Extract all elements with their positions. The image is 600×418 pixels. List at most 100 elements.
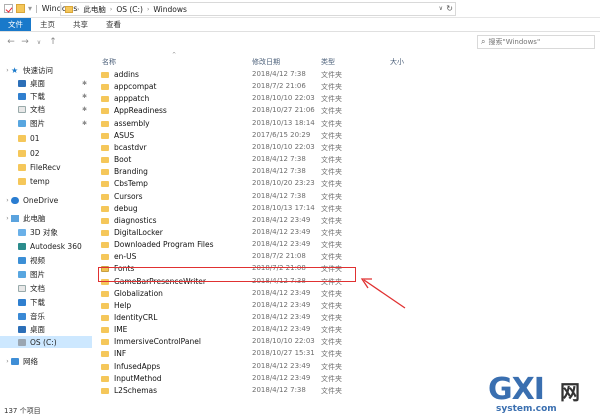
nav-item[interactable]: FileRecv: [0, 161, 92, 173]
forward-arrow-icon[interactable]: →: [18, 37, 32, 47]
refresh-icon[interactable]: ↻: [446, 4, 453, 13]
search-box[interactable]: ⌕: [477, 35, 595, 49]
nav-item[interactable]: OS (C:): [0, 336, 92, 348]
file-row[interactable]: apppatch 2018/10/10 22:03 文件夹: [92, 93, 600, 105]
column-name[interactable]: 名称: [102, 57, 116, 67]
file-date: 2018/10/20 23:23: [252, 179, 315, 188]
file-type: 文件夹: [321, 326, 342, 335]
nav-item-label: temp: [30, 176, 50, 186]
nav-item-label: 文档: [30, 283, 45, 293]
file-row[interactable]: debug 2018/10/13 17:14 文件夹: [92, 203, 600, 215]
tab-home[interactable]: 主页: [31, 18, 64, 31]
address-dropdown-icon[interactable]: ∨: [439, 5, 443, 12]
folder-icon: [101, 169, 109, 176]
file-row[interactable]: IdentityCRL 2018/4/12 23:49 文件夹: [92, 312, 600, 324]
back-arrow-icon[interactable]: ←: [4, 37, 18, 47]
breadcrumb-drive[interactable]: OS (C:): [116, 5, 143, 14]
nav-item[interactable]: Autodesk 360: [0, 240, 92, 252]
file-row[interactable]: Help 2018/4/12 23:49 文件夹: [92, 300, 600, 312]
breadcrumb-separator-icon[interactable]: ›: [77, 6, 79, 13]
expand-chevron-icon[interactable]: ›: [4, 358, 11, 365]
breadcrumb-separator-icon[interactable]: ›: [110, 6, 112, 13]
tab-view[interactable]: 查看: [97, 18, 130, 31]
pin-icon[interactable]: ✱: [82, 106, 87, 113]
file-name: ASUS: [114, 130, 135, 140]
pin-icon[interactable]: ✱: [82, 120, 87, 127]
nav-item[interactable]: 图片 ✱: [0, 117, 92, 129]
qa-dropdown-icon[interactable]: ▾: [28, 4, 32, 13]
column-header-row: ^ 名称 修改日期 类型 大小: [92, 52, 600, 69]
file-row[interactable]: appcompat 2018/7/2 21:06 文件夹: [92, 81, 600, 93]
column-date[interactable]: 修改日期: [252, 57, 280, 67]
tab-share[interactable]: 共享: [64, 18, 97, 31]
nav-item[interactable]: › 此电脑: [0, 212, 92, 224]
nav-item[interactable]: 01: [0, 132, 92, 144]
file-row[interactable]: assembly 2018/10/13 18:14 文件夹: [92, 118, 600, 130]
file-row[interactable]: Cursors 2018/4/12 7:38 文件夹: [92, 191, 600, 203]
up-arrow-icon[interactable]: ↑: [46, 37, 60, 47]
file-row[interactable]: Downloaded Program Files 2018/4/12 23:49 文…: [92, 239, 600, 251]
nav-item[interactable]: › 网络: [0, 355, 92, 367]
file-row[interactable]: Branding 2018/4/12 7:38 文件夹: [92, 166, 600, 178]
address-bar[interactable]: › 此电脑 › OS (C:) › Windows ∨ ↻: [60, 2, 456, 16]
nav-item[interactable]: 3D 对象: [0, 226, 92, 238]
column-type[interactable]: 类型: [321, 57, 335, 67]
properties-icon[interactable]: [4, 4, 13, 13]
item-count: 137 个项目: [4, 407, 41, 415]
nav-item[interactable]: 文档 ✱: [0, 103, 92, 115]
nav-item[interactable]: 桌面: [0, 323, 92, 335]
file-row[interactable]: Globalization 2018/4/12 23:49 文件夹: [92, 288, 600, 300]
nav-item[interactable]: › OneDrive: [0, 194, 92, 206]
nav-item[interactable]: temp: [0, 175, 92, 187]
file-type: 文件夹: [321, 374, 342, 383]
file-row[interactable]: en-US 2018/7/2 21:08 文件夹: [92, 251, 600, 263]
breadcrumb-windows[interactable]: Windows: [153, 5, 186, 14]
nav-item[interactable]: 02: [0, 147, 92, 159]
expand-chevron-icon[interactable]: ›: [4, 67, 11, 74]
nav-item[interactable]: 音乐: [0, 310, 92, 322]
file-row[interactable]: IME 2018/4/12 23:49 文件夹: [92, 324, 600, 336]
nav-item-label: 文档: [30, 104, 45, 114]
column-size[interactable]: 大小: [390, 57, 404, 67]
pin-icon[interactable]: ✱: [82, 93, 87, 100]
file-date: 2018/4/12 7:38: [252, 155, 306, 164]
folder-icon: [18, 134, 26, 142]
nav-item[interactable]: 下载: [0, 296, 92, 308]
file-row[interactable]: bcastdvr 2018/10/10 22:03 文件夹: [92, 142, 600, 154]
file-row[interactable]: CbsTemp 2018/10/20 23:23 文件夹: [92, 178, 600, 190]
file-row[interactable]: addins 2018/4/12 7:38 文件夹: [92, 69, 600, 81]
file-row[interactable]: Boot 2018/4/12 7:38 文件夹: [92, 154, 600, 166]
file-name: diagnostics: [114, 215, 157, 225]
folder-icon: [101, 302, 109, 309]
cloud-icon: [11, 196, 19, 204]
file-row[interactable]: AppReadiness 2018/10/27 21:06 文件夹: [92, 105, 600, 117]
nav-item[interactable]: › ★ 快速访问: [0, 64, 92, 76]
video-icon: [18, 256, 26, 264]
nav-item[interactable]: 下载 ✱: [0, 90, 92, 102]
file-row[interactable]: InfusedApps 2018/4/12 23:49 文件夹: [92, 361, 600, 373]
pin-icon[interactable]: ✱: [82, 80, 87, 87]
search-input[interactable]: [488, 38, 589, 46]
expand-chevron-icon[interactable]: ›: [4, 215, 11, 222]
file-name: appcompat: [114, 82, 157, 92]
file-name: addins: [114, 70, 139, 79]
nav-item[interactable]: 桌面 ✱: [0, 77, 92, 89]
nav-item[interactable]: 图片: [0, 268, 92, 280]
file-row[interactable]: INF 2018/10/27 15:31 文件夹: [92, 348, 600, 360]
breadcrumb-this-pc[interactable]: 此电脑: [83, 4, 106, 15]
nav-item-label: 3D 对象: [30, 227, 58, 237]
download-icon: [18, 298, 26, 306]
breadcrumb-separator-icon[interactable]: ›: [147, 6, 149, 13]
file-row[interactable]: diagnostics 2018/4/12 23:49 文件夹: [92, 215, 600, 227]
new-folder-icon[interactable]: [16, 4, 25, 13]
file-row[interactable]: ASUS 2017/6/15 20:29 文件夹: [92, 130, 600, 142]
nav-item[interactable]: 文档: [0, 282, 92, 294]
file-row[interactable]: ImmersiveControlPanel 2018/10/10 22:03 文件夹: [92, 336, 600, 348]
recent-dropdown-icon[interactable]: ∨: [32, 39, 46, 46]
nav-item[interactable]: 视频: [0, 254, 92, 266]
tab-file[interactable]: 文件: [0, 18, 31, 31]
nav-item-label: 快速访问: [23, 65, 53, 75]
expand-chevron-icon[interactable]: ›: [4, 197, 11, 204]
file-row[interactable]: DigitalLocker 2018/4/12 23:49 文件夹: [92, 227, 600, 239]
folder-icon: [101, 315, 109, 321]
